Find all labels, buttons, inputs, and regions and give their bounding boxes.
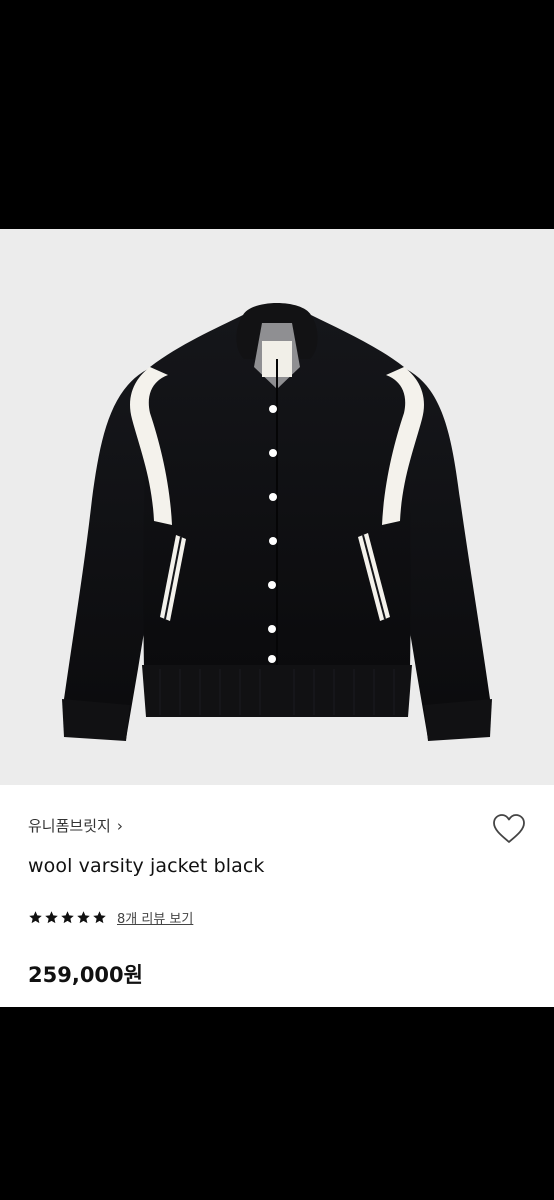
star-filled-icon (45, 911, 58, 924)
top-black-area (0, 0, 554, 229)
review-link[interactable]: 8개 리뷰 보기 (117, 908, 193, 927)
star-rating (28, 910, 107, 925)
product-title: wool varsity jacket black (28, 855, 265, 877)
star-filled-icon (77, 911, 90, 924)
star-filled-icon (61, 911, 74, 924)
star-filled-icon (29, 911, 42, 924)
product-info-panel: 유니폼브릿지 › wool varsity jacket black 8개 리뷰… (0, 785, 554, 1007)
product-price: 259,000원 (28, 963, 143, 987)
product-image[interactable] (0, 229, 554, 785)
star-filled-icon (93, 911, 106, 924)
chevron-right-icon: › (116, 816, 123, 835)
heart-outline-icon[interactable] (492, 813, 526, 845)
brand-link[interactable]: 유니폼브릿지 › (28, 815, 123, 836)
bottom-black-area (0, 1007, 554, 1200)
brand-name: 유니폼브릿지 (28, 817, 111, 835)
rating-row: 8개 리뷰 보기 (28, 908, 193, 927)
varsity-jacket-illustration (62, 303, 492, 741)
